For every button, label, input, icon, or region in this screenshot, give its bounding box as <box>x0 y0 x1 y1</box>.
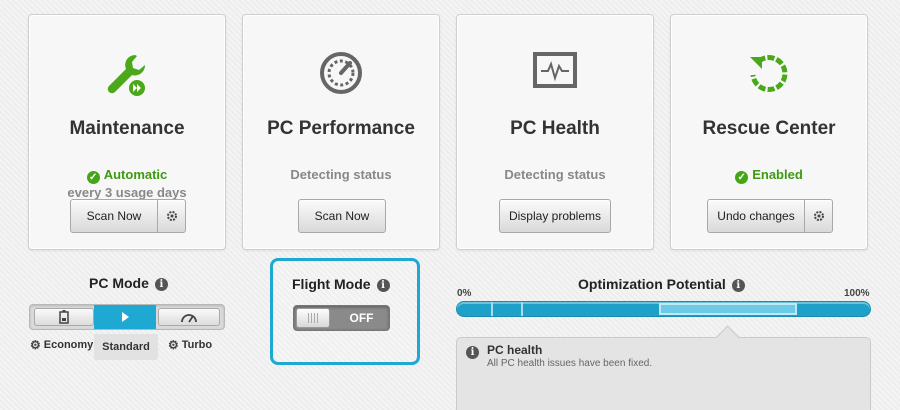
status-text: ✓ Enabled <box>671 167 867 184</box>
gear-icon <box>813 211 824 221</box>
economy-mode-option[interactable] <box>34 308 94 326</box>
card-title: PC Performance <box>267 118 415 139</box>
speedometer-icon <box>243 51 439 99</box>
settings-gear-button[interactable] <box>805 199 833 233</box>
info-icon[interactable]: i <box>154 278 168 291</box>
economy-label: ⚙ Economy <box>30 338 94 352</box>
status-text: ✓ Automatic <box>29 167 225 184</box>
card-title: Rescue Center <box>702 118 836 139</box>
gear-icon: ⚙ <box>30 338 41 352</box>
status-text: Detecting status <box>504 167 606 182</box>
optimization-bar <box>456 301 871 317</box>
toggle-knob[interactable] <box>296 308 330 328</box>
undo-changes-button[interactable]: Undo changes <box>707 199 805 233</box>
gear-icon: ⚙ <box>168 338 179 352</box>
scan-now-button[interactable]: Scan Now <box>298 199 386 233</box>
scan-now-button[interactable]: Scan Now <box>70 199 158 233</box>
max-percent-label: 100% <box>844 288 870 299</box>
pc-performance-card: PC Performance Detecting status Scan Now <box>242 14 440 250</box>
standard-label: Standard <box>94 334 158 360</box>
monitor-pulse-icon <box>457 51 653 99</box>
undo-changes-split-button: Undo changes <box>707 199 833 233</box>
pc-health-card: PC Health Detecting status Display probl… <box>456 14 654 250</box>
rescue-center-card: Rescue Center ✓ Enabled Undo changes <box>670 14 868 250</box>
status-text: Detecting status <box>290 167 392 182</box>
turbo-mode-option[interactable] <box>158 308 220 326</box>
pc-health-segment[interactable] <box>659 303 797 315</box>
display-problems-button[interactable]: Display problems <box>499 199 611 233</box>
scan-now-split-button: Scan Now <box>70 199 186 233</box>
bar-segment-divider <box>521 302 523 316</box>
restore-icon <box>671 51 867 99</box>
check-icon: ✓ <box>86 171 100 184</box>
standard-mode-option[interactable] <box>94 305 156 329</box>
detail-text: All PC health issues have been fixed. <box>487 358 653 369</box>
pc-mode-switch <box>29 304 225 330</box>
speedometer-icon <box>181 314 197 323</box>
gear-icon <box>166 211 177 221</box>
panel-pointer <box>715 325 740 350</box>
settings-gear-button[interactable] <box>158 199 186 233</box>
toggle-state-label: OFF <box>349 311 374 325</box>
optimization-potential-title: Optimization Potential i <box>578 276 745 292</box>
info-icon[interactable]: i <box>376 279 390 292</box>
bar-segment-divider <box>491 302 493 316</box>
info-icon[interactable]: i <box>731 279 745 292</box>
check-icon: ✓ <box>735 171 749 184</box>
info-icon: i <box>466 346 479 359</box>
flight-mode-toggle[interactable]: OFF <box>293 305 390 331</box>
maintenance-card: Maintenance ✓ Automatic every 3 usage day… <box>28 14 226 250</box>
turbo-label: ⚙ Turbo <box>168 338 213 352</box>
play-icon <box>122 312 129 322</box>
optimization-detail-panel: i PC health All PC health issues have be… <box>456 325 871 410</box>
card-title: PC Health <box>510 118 600 139</box>
battery-icon <box>59 310 69 324</box>
pc-mode-title: PC Mode i <box>89 275 168 291</box>
flight-mode-title: Flight Mode i <box>292 276 390 292</box>
card-title: Maintenance <box>69 118 185 139</box>
detail-title: PC health <box>487 343 543 357</box>
min-percent-label: 0% <box>457 288 472 299</box>
wrench-icon <box>29 51 225 99</box>
status-subtext: every 3 usage days <box>67 185 187 200</box>
